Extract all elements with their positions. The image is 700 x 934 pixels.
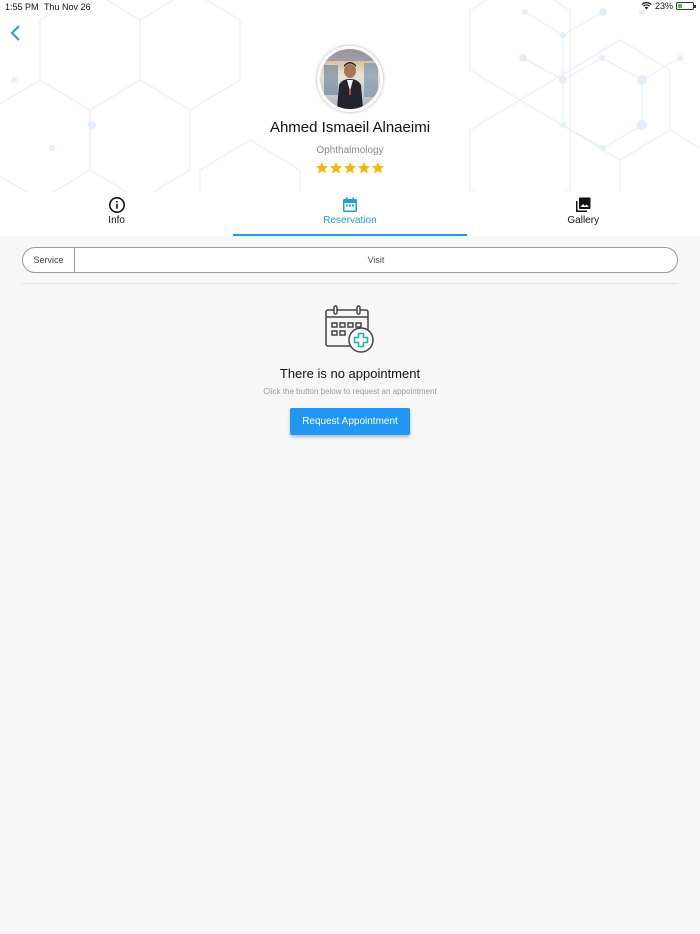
tab-gallery-label: Gallery <box>567 215 600 226</box>
star-icon <box>330 162 342 174</box>
back-button[interactable] <box>6 22 26 44</box>
gallery-icon <box>576 197 591 212</box>
status-bar: 1:55 PM Thu Nov 26 23% <box>0 0 700 14</box>
tab-gallery[interactable]: Gallery <box>467 192 700 236</box>
star-icon <box>316 162 328 174</box>
section-divider <box>22 283 678 284</box>
wifi-icon <box>641 2 652 10</box>
battery-icon <box>676 2 696 10</box>
empty-state-title: There is no appointment <box>279 366 421 381</box>
star-icon <box>358 162 370 174</box>
doctor-avatar <box>317 46 383 112</box>
battery-percent: 23% <box>654 1 673 11</box>
status-time: 1:55 PM <box>5 2 39 12</box>
segment-service-button[interactable]: Service <box>23 248 75 272</box>
segment-visit-button[interactable]: Visit <box>75 248 677 272</box>
tab-reservation-label: Reservation <box>323 215 377 226</box>
calendar-icon <box>342 197 357 212</box>
chevron-left-icon <box>10 25 20 41</box>
info-icon <box>108 197 125 213</box>
doctor-name: Ahmed Ismaeil Alnaeimi <box>269 119 431 136</box>
rating-stars <box>315 161 385 175</box>
star-icon <box>372 162 384 174</box>
status-right: 23% <box>641 1 696 11</box>
appointment-type-segment: Service Visit <box>22 247 678 273</box>
status-date: Thu Nov 26 <box>44 2 91 12</box>
tab-reservation[interactable]: Reservation <box>233 192 467 236</box>
tab-info-label: Info <box>108 215 125 226</box>
tab-info[interactable]: Info <box>0 192 233 236</box>
star-icon <box>344 162 356 174</box>
calendar-add-icon <box>325 305 374 353</box>
profile-tabs: Info Reservation Gallery <box>0 192 700 236</box>
doctor-specialty: Ophthalmology <box>316 145 384 156</box>
doctor-photo <box>320 49 380 109</box>
request-appointment-button[interactable]: Request Appointment <box>290 408 410 435</box>
empty-state-subtitle: Click the button below to request an app… <box>263 387 437 396</box>
